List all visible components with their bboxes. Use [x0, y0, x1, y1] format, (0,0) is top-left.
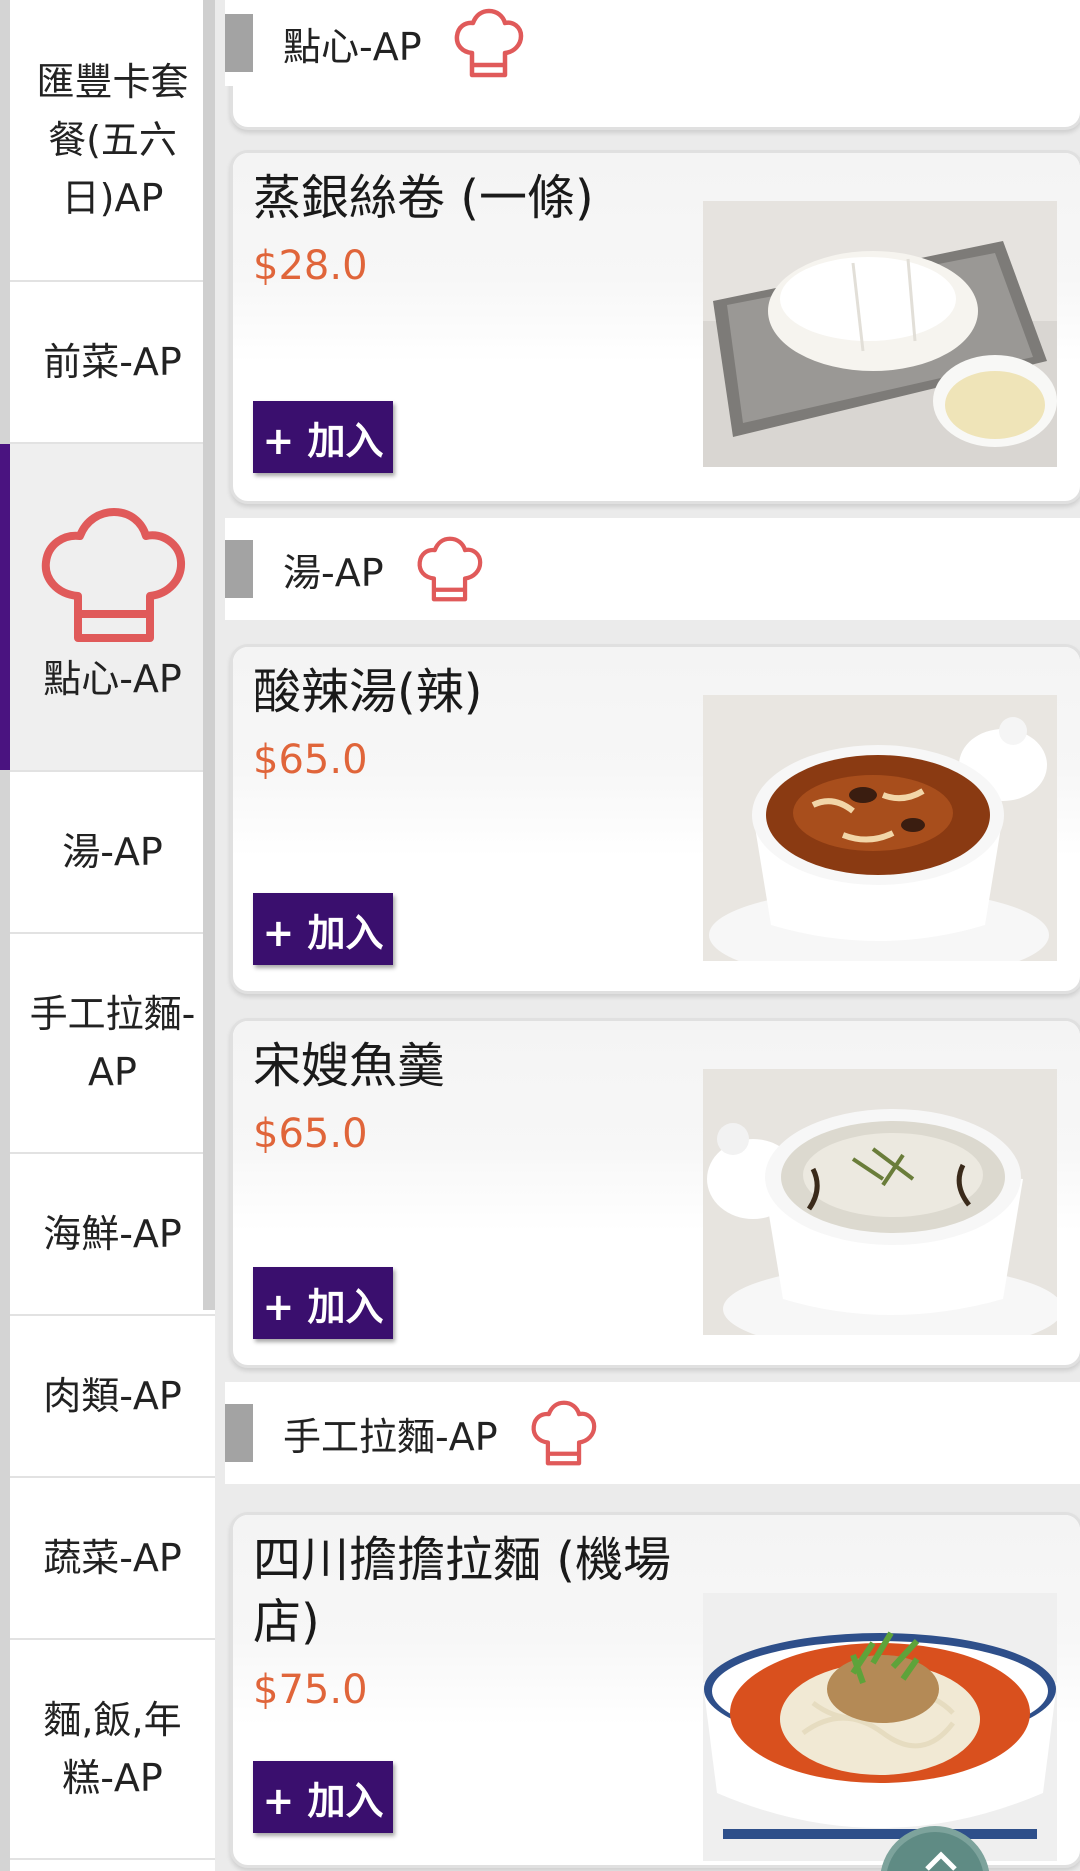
sidebar-item-dimsum[interactable]: 點心-AP	[0, 444, 215, 772]
sidebar-item-label: 點心-AP	[43, 657, 182, 701]
item-image[interactable]	[703, 1593, 1057, 1861]
chef-hat-icon	[531, 1400, 596, 1466]
steamed-bun-photo	[703, 201, 1057, 467]
add-to-cart-button[interactable]: + 加入	[253, 1267, 393, 1339]
sidebar-item-label: 肉類-AP	[43, 1374, 182, 1418]
hot-sour-soup-photo	[703, 695, 1057, 961]
sidebar-item-soup[interactable]: 湯-AP	[10, 772, 215, 934]
menu-item-card: 蒸銀絲卷 (一條) $28.0 + 加入	[230, 150, 1080, 504]
item-name: 四川擔擔拉麵 (機場店)	[253, 1532, 671, 1650]
sidebar-item-label: 前菜-AP	[43, 340, 182, 384]
section-title: 湯-AP	[283, 550, 384, 595]
section-marker	[225, 14, 253, 72]
item-name: 酸辣湯(辣)	[253, 664, 483, 720]
menu-item-card: 酸辣湯(辣) $65.0 + 加入	[230, 644, 1080, 994]
chef-hat-icon	[454, 8, 523, 78]
sidebar-item-label: 湯-AP	[62, 830, 163, 874]
sidebar-scrollbar[interactable]	[203, 0, 215, 1310]
sidebar-item-meat[interactable]: 肉類-AP	[10, 1316, 215, 1478]
sidebar-item-handmade-noodles[interactable]: 手工拉麵-AP	[10, 934, 215, 1154]
sidebar-item-vegetable[interactable]: 蔬菜-AP	[10, 1478, 215, 1640]
menu-content: 點心-AP 蒸銀絲卷 (一條) $28.0 + 加入 湯-AP 酸辣湯(辣) $…	[215, 0, 1080, 1871]
item-price: $65.0	[253, 737, 368, 783]
item-name: 宋嫂魚羹	[253, 1038, 446, 1094]
dandan-noodle-photo	[703, 1593, 1057, 1861]
section-header-noodles: 手工拉麵-AP	[225, 1382, 1080, 1484]
sidebar-item-noodle-rice[interactable]: 麵,飯,年糕-AP	[10, 1640, 215, 1860]
add-to-cart-button[interactable]: + 加入	[253, 893, 393, 965]
sidebar-item-label: 麵,飯,年糕-AP	[43, 1698, 182, 1800]
item-image[interactable]	[703, 695, 1057, 961]
menu-item-card: 宋嫂魚羹 $65.0 + 加入	[230, 1018, 1080, 1368]
sidebar-item-label: 蔬菜-AP	[43, 1536, 182, 1580]
section-marker	[225, 1404, 253, 1462]
sidebar-item-seafood[interactable]: 海鮮-AP	[10, 1154, 215, 1316]
item-image[interactable]	[703, 201, 1057, 467]
item-price: $75.0	[253, 1667, 368, 1713]
chef-hat-icon	[41, 508, 185, 642]
section-marker	[225, 540, 253, 598]
item-price: $65.0	[253, 1111, 368, 1157]
chef-hat-icon	[417, 536, 482, 602]
add-to-cart-button[interactable]: + 加入	[253, 401, 393, 473]
section-title: 手工拉麵-AP	[283, 1414, 498, 1459]
sidebar-item-appetizer[interactable]: 前菜-AP	[10, 282, 215, 444]
sidebar-item-label: 手工拉麵-AP	[29, 992, 196, 1094]
item-price: $28.0	[253, 243, 368, 289]
fish-soup-photo	[703, 1069, 1057, 1335]
section-title: 點心-AP	[283, 24, 422, 69]
menu-item-card: 四川擔擔拉麵 (機場店) $75.0 + 加入	[230, 1512, 1080, 1868]
section-header-dimsum: 點心-AP	[225, 0, 1080, 86]
chevron-up-icon	[925, 1851, 957, 1871]
sidebar-item-hsbc-set[interactable]: 匯豐卡套餐(五六日)AP	[10, 0, 215, 282]
sidebar-item-label: 匯豐卡套餐(五六日)AP	[36, 60, 189, 220]
add-to-cart-button[interactable]: + 加入	[253, 1761, 393, 1833]
section-header-soup: 湯-AP	[225, 518, 1080, 620]
item-name: 蒸銀絲卷 (一條)	[253, 170, 594, 226]
sidebar-item-label: 海鮮-AP	[43, 1212, 182, 1256]
category-sidebar: 匯豐卡套餐(五六日)AP 前菜-AP 點心-AP 湯-AP 手工拉麵-AP 海鮮…	[0, 0, 215, 1871]
item-image[interactable]	[703, 1069, 1057, 1335]
